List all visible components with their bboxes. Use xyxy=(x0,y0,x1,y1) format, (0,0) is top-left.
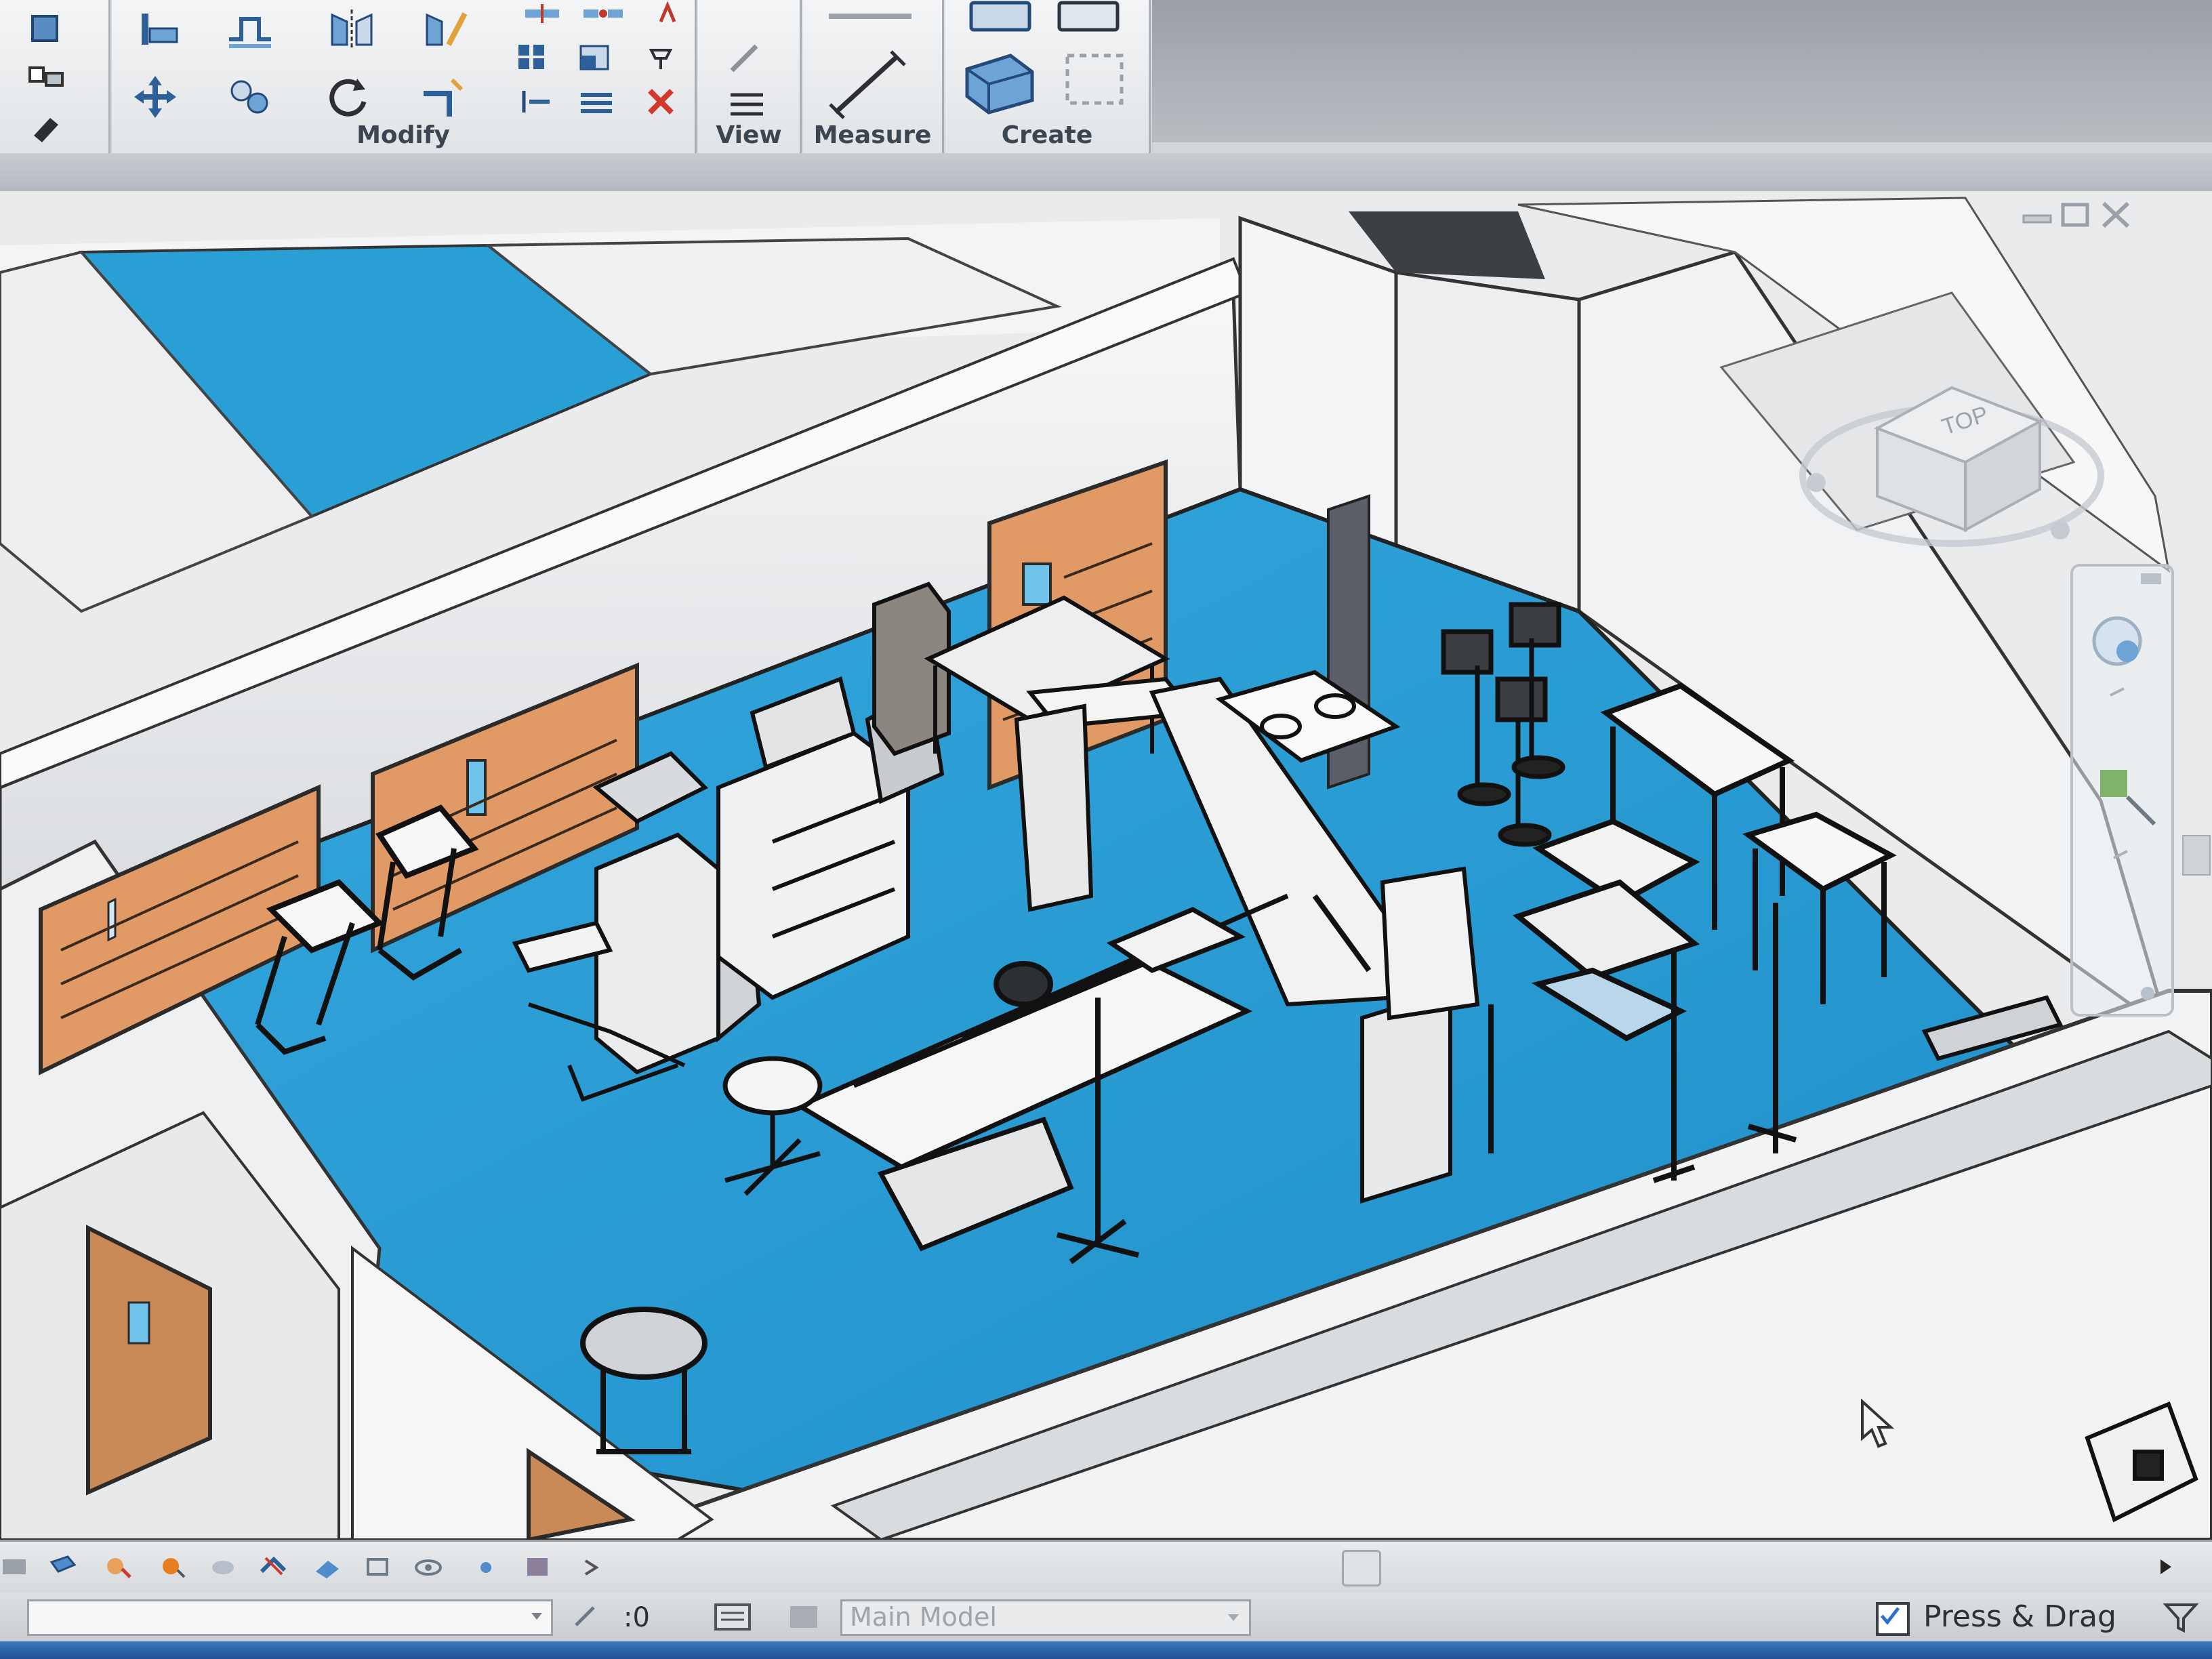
active-design-option-icon[interactable] xyxy=(786,1599,823,1635)
modify-panel: Modify xyxy=(112,0,697,153)
scale-icon[interactable] xyxy=(0,1551,31,1582)
create-panel: Create xyxy=(945,0,1151,153)
press-drag-checkbox[interactable] xyxy=(1876,1602,1910,1636)
revit-window: Modify View Measure Create TOP:0 Main M… xyxy=(0,0,2212,1659)
checkmark-icon xyxy=(1880,1607,1900,1625)
mirror-draw-axis-icon[interactable] xyxy=(420,5,473,53)
view-control-bar xyxy=(0,1540,2212,1595)
reveal-hidden-icon[interactable] xyxy=(471,1551,502,1582)
move-icon[interactable] xyxy=(129,73,182,121)
3d-view-canvas[interactable]: TOP xyxy=(0,191,2212,1540)
pin-icon[interactable] xyxy=(640,41,681,73)
status-bar: :0 Main Model Press & Drag xyxy=(0,1593,2212,1641)
ribbon: Modify View Measure Create xyxy=(0,0,2212,193)
zoom-dropdown-icon[interactable] xyxy=(2113,850,2128,859)
design-option-dropdown-icon[interactable] xyxy=(1225,1609,1242,1625)
create-similar-icon[interactable] xyxy=(20,7,73,54)
split-icon[interactable] xyxy=(518,0,566,27)
align-icon[interactable] xyxy=(132,5,185,53)
measure-icon[interactable] xyxy=(826,47,907,122)
view-panel-label: View xyxy=(716,121,782,149)
view-panel: View xyxy=(698,0,802,153)
delete-icon[interactable] xyxy=(640,83,681,121)
navigation-bar xyxy=(2070,564,2174,1017)
scroll-right-icon[interactable] xyxy=(2155,1557,2175,1577)
steering-wheel-icon[interactable] xyxy=(2092,616,2142,666)
minimize-view-icon[interactable] xyxy=(2022,214,2052,224)
design-option-value: Main Model xyxy=(850,1602,997,1632)
editable-only-icon[interactable] xyxy=(569,1601,600,1632)
press-drag-label: Press & Drag xyxy=(1923,1599,2116,1634)
mirror-pick-axis-icon[interactable] xyxy=(325,5,378,53)
crop-view-icon[interactable] xyxy=(312,1551,343,1582)
show-crop-icon[interactable] xyxy=(363,1551,394,1582)
worksharing-icon[interactable] xyxy=(522,1551,553,1582)
close-view-icon[interactable] xyxy=(2102,201,2130,228)
ribbon-empty-area xyxy=(1152,0,2212,142)
temporary-hide-icon[interactable] xyxy=(413,1551,445,1582)
create-panel-label: Create xyxy=(1001,121,1093,149)
scale-icon[interactable] xyxy=(573,41,620,73)
ribbon-panel-partial xyxy=(0,0,110,153)
create-group-icon[interactable] xyxy=(956,42,1044,117)
render-icon[interactable] xyxy=(258,1551,289,1582)
ribbon-panel-title-strip xyxy=(0,153,2212,193)
viewcube[interactable]: TOP xyxy=(1789,327,2114,571)
create-similar-parts-icon[interactable] xyxy=(1054,42,1135,117)
navbar-dropdown-icon[interactable] xyxy=(2110,687,2125,697)
detail-level-icon[interactable] xyxy=(47,1551,79,1582)
restore-view-icon[interactable] xyxy=(2061,203,2089,227)
navbar-close-icon[interactable] xyxy=(2141,573,2161,584)
offset-icon[interactable] xyxy=(224,5,276,53)
create-parts-icon[interactable] xyxy=(1051,0,1126,35)
filter-icon[interactable] xyxy=(2162,1601,2200,1635)
split-gap-icon[interactable] xyxy=(579,0,627,27)
vertical-scrollbar-thumb[interactable] xyxy=(2182,835,2211,876)
modify-panel-label: Modify xyxy=(356,121,450,149)
match-properties-icon[interactable] xyxy=(20,54,73,102)
visual-style-icon[interactable] xyxy=(102,1551,133,1582)
horizontal-scrollbar-thumb[interactable] xyxy=(1342,1550,1381,1586)
analytical-model-icon[interactable] xyxy=(576,1551,607,1582)
os-taskbar xyxy=(0,1641,2212,1659)
split-element-icon[interactable] xyxy=(573,83,620,121)
override-graphics-icon[interactable] xyxy=(722,34,775,81)
measure-panel: Measure xyxy=(803,0,944,153)
align-small-icon[interactable] xyxy=(512,83,559,121)
trim-extend-icon[interactable] xyxy=(417,73,470,121)
linework-icon[interactable] xyxy=(722,80,775,127)
array-icon[interactable] xyxy=(512,41,559,73)
measure-panel-label: Measure xyxy=(813,121,932,149)
mouse-cursor-icon xyxy=(1861,1398,1895,1448)
rotate-icon[interactable] xyxy=(322,73,375,121)
create-assembly-icon[interactable] xyxy=(963,0,1038,35)
unpin-icon[interactable] xyxy=(647,0,688,27)
shadows-icon[interactable] xyxy=(207,1551,238,1582)
view-window-controls xyxy=(2020,198,2142,232)
zoom-icon[interactable] xyxy=(2100,770,2156,826)
sun-path-icon[interactable] xyxy=(156,1551,187,1582)
design-options-icon[interactable] xyxy=(712,1599,755,1635)
workset-count: :0 xyxy=(623,1602,650,1633)
navbar-options-icon[interactable] xyxy=(2141,987,2154,1000)
paint-icon[interactable] xyxy=(20,102,73,149)
measure-between-icon[interactable] xyxy=(819,0,921,34)
copy-icon[interactable] xyxy=(224,73,276,121)
status-dropdown-icon[interactable] xyxy=(529,1607,545,1624)
status-message-field xyxy=(27,1599,553,1636)
